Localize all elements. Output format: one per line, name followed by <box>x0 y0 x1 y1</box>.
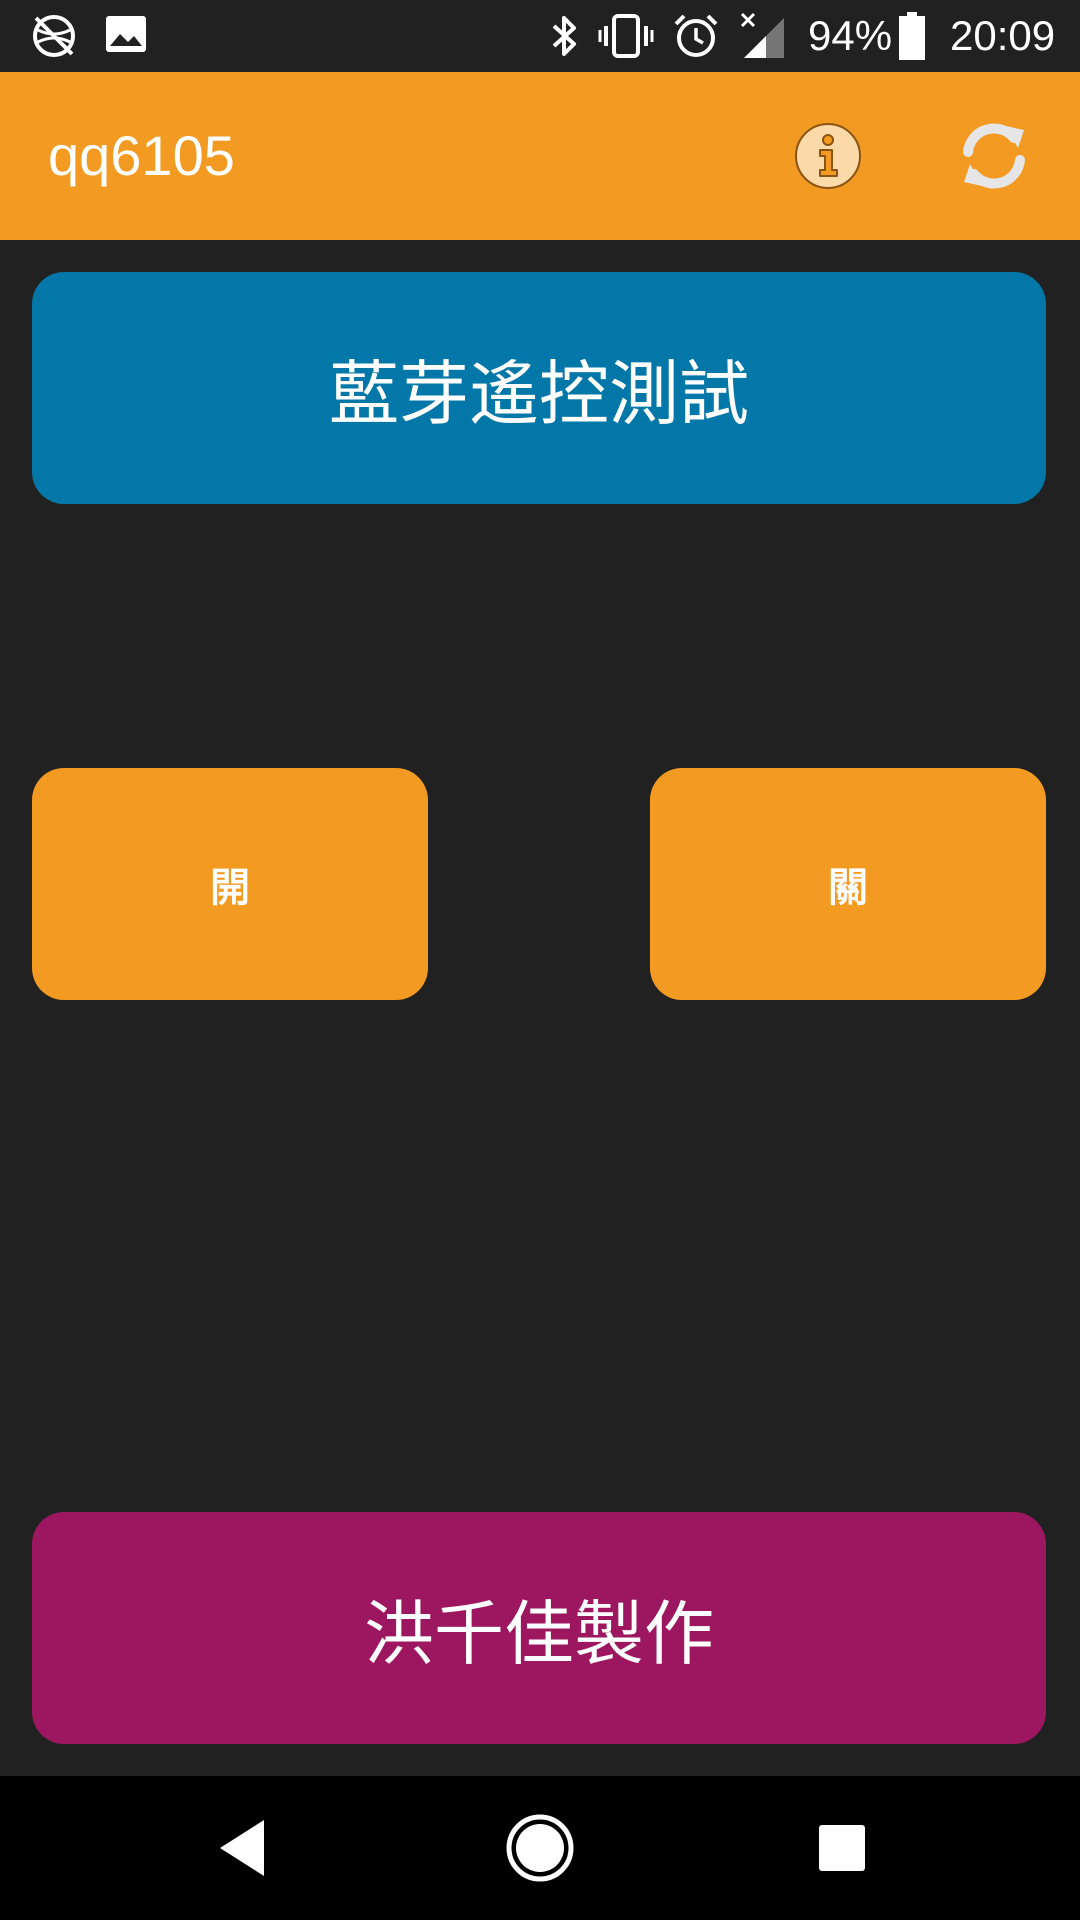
recents-button[interactable] <box>812 1818 872 1878</box>
app-title: qq6105 <box>48 124 235 187</box>
home-button[interactable] <box>504 1812 576 1884</box>
bluetooth-test-label: 藍芽遙控測試 <box>329 352 749 435</box>
no-data-icon <box>30 12 78 64</box>
bluetooth-icon <box>544 12 584 64</box>
refresh-icon <box>963 123 1025 189</box>
app-bar: qq6105 <box>0 72 1080 240</box>
battery-percent: 94% <box>808 12 893 59</box>
battery-icon <box>898 12 926 64</box>
bluetooth-test-button[interactable]: 藍芽遙控測試 <box>32 272 1046 504</box>
on-button[interactable]: 開 <box>32 768 428 1000</box>
credit-label: 洪千佳製作 <box>364 1592 714 1675</box>
back-icon <box>220 1820 264 1876</box>
info-icon <box>795 123 861 189</box>
home-icon <box>506 1814 574 1882</box>
status-bar: 94% 20:09 <box>0 0 1080 72</box>
app-screen: 94% 20:09 qq6105 藍芽遙控測試 開 關 洪千佳製作 <box>0 0 1080 1920</box>
off-button-label: 關 <box>828 865 868 911</box>
refresh-button[interactable] <box>954 116 1034 196</box>
credit-button[interactable]: 洪千佳製作 <box>32 1512 1046 1744</box>
info-button[interactable] <box>792 120 864 192</box>
image-icon <box>104 12 148 60</box>
off-button[interactable]: 關 <box>650 768 1046 1000</box>
signal-icon <box>740 12 788 64</box>
clock: 20:09 <box>950 12 1056 59</box>
vibrate-icon <box>598 12 654 64</box>
recents-icon <box>819 1825 865 1871</box>
navigation-bar <box>0 1776 1080 1920</box>
back-button[interactable] <box>210 1812 282 1884</box>
on-button-label: 開 <box>210 865 250 911</box>
alarm-icon <box>672 12 720 64</box>
